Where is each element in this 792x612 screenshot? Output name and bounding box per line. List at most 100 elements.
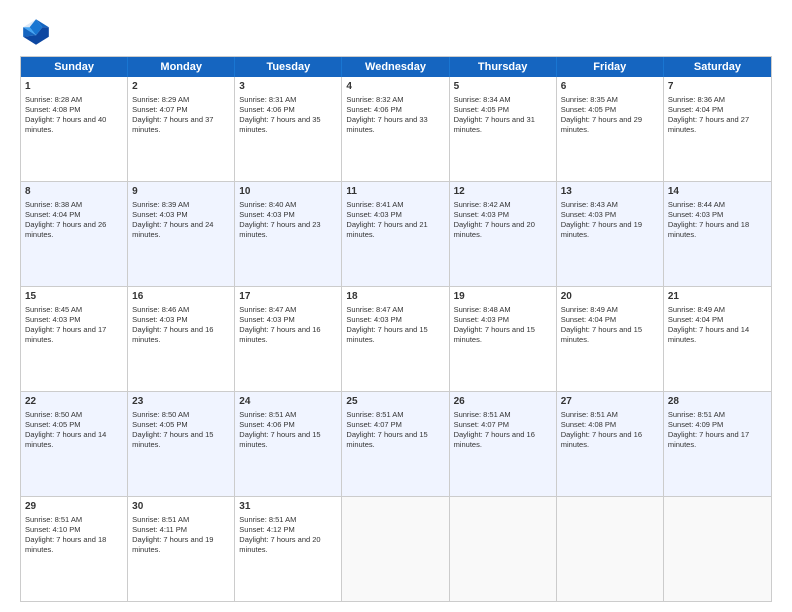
day-number: 24 <box>239 395 337 409</box>
daylight: Daylight: 7 hours and 19 minutes. <box>561 220 642 239</box>
daylight: Daylight: 7 hours and 21 minutes. <box>346 220 427 239</box>
day-cell-8: 8Sunrise: 8:38 AMSunset: 4:04 PMDaylight… <box>21 182 128 286</box>
day-cell-4: 4Sunrise: 8:32 AMSunset: 4:06 PMDaylight… <box>342 77 449 181</box>
sunset: Sunset: 4:05 PM <box>132 420 187 429</box>
daylight: Daylight: 7 hours and 27 minutes. <box>668 115 749 134</box>
sunrise: Sunrise: 8:48 AM <box>454 305 511 314</box>
day-number: 5 <box>454 80 552 94</box>
sunset: Sunset: 4:04 PM <box>668 315 723 324</box>
day-cell-19: 19Sunrise: 8:48 AMSunset: 4:03 PMDayligh… <box>450 287 557 391</box>
header-day-sunday: Sunday <box>21 57 128 77</box>
day-cell-25: 25Sunrise: 8:51 AMSunset: 4:07 PMDayligh… <box>342 392 449 496</box>
sunrise: Sunrise: 8:28 AM <box>25 95 82 104</box>
daylight: Daylight: 7 hours and 33 minutes. <box>346 115 427 134</box>
header <box>20 16 772 48</box>
sunrise: Sunrise: 8:50 AM <box>132 410 189 419</box>
day-number: 9 <box>132 185 230 199</box>
day-cell-28: 28Sunrise: 8:51 AMSunset: 4:09 PMDayligh… <box>664 392 771 496</box>
header-day-wednesday: Wednesday <box>342 57 449 77</box>
daylight: Daylight: 7 hours and 16 minutes. <box>561 430 642 449</box>
day-cell-15: 15Sunrise: 8:45 AMSunset: 4:03 PMDayligh… <box>21 287 128 391</box>
sunset: Sunset: 4:03 PM <box>132 315 187 324</box>
day-cell-1: 1Sunrise: 8:28 AMSunset: 4:08 PMDaylight… <box>21 77 128 181</box>
sunset: Sunset: 4:03 PM <box>454 210 509 219</box>
daylight: Daylight: 7 hours and 40 minutes. <box>25 115 106 134</box>
day-cell-24: 24Sunrise: 8:51 AMSunset: 4:06 PMDayligh… <box>235 392 342 496</box>
daylight: Daylight: 7 hours and 23 minutes. <box>239 220 320 239</box>
day-number: 29 <box>25 500 123 514</box>
calendar-week-3: 15Sunrise: 8:45 AMSunset: 4:03 PMDayligh… <box>21 287 771 392</box>
sunset: Sunset: 4:04 PM <box>25 210 80 219</box>
sunrise: Sunrise: 8:32 AM <box>346 95 403 104</box>
day-number: 20 <box>561 290 659 304</box>
day-cell-2: 2Sunrise: 8:29 AMSunset: 4:07 PMDaylight… <box>128 77 235 181</box>
day-cell-12: 12Sunrise: 8:42 AMSunset: 4:03 PMDayligh… <box>450 182 557 286</box>
day-number: 7 <box>668 80 767 94</box>
daylight: Daylight: 7 hours and 15 minutes. <box>346 430 427 449</box>
sunrise: Sunrise: 8:38 AM <box>25 200 82 209</box>
sunset: Sunset: 4:05 PM <box>454 105 509 114</box>
day-number: 17 <box>239 290 337 304</box>
header-day-tuesday: Tuesday <box>235 57 342 77</box>
day-number: 22 <box>25 395 123 409</box>
daylight: Daylight: 7 hours and 15 minutes. <box>132 430 213 449</box>
daylight: Daylight: 7 hours and 20 minutes. <box>239 535 320 554</box>
empty-cell <box>557 497 664 601</box>
day-cell-6: 6Sunrise: 8:35 AMSunset: 4:05 PMDaylight… <box>557 77 664 181</box>
day-number: 13 <box>561 185 659 199</box>
day-number: 19 <box>454 290 552 304</box>
header-day-thursday: Thursday <box>450 57 557 77</box>
sunrise: Sunrise: 8:31 AM <box>239 95 296 104</box>
day-number: 2 <box>132 80 230 94</box>
daylight: Daylight: 7 hours and 15 minutes. <box>561 325 642 344</box>
sunset: Sunset: 4:03 PM <box>132 210 187 219</box>
sunset: Sunset: 4:03 PM <box>561 210 616 219</box>
sunrise: Sunrise: 8:34 AM <box>454 95 511 104</box>
sunrise: Sunrise: 8:51 AM <box>239 515 296 524</box>
calendar-body: 1Sunrise: 8:28 AMSunset: 4:08 PMDaylight… <box>21 77 771 601</box>
daylight: Daylight: 7 hours and 24 minutes. <box>132 220 213 239</box>
day-number: 31 <box>239 500 337 514</box>
page: SundayMondayTuesdayWednesdayThursdayFrid… <box>0 0 792 612</box>
daylight: Daylight: 7 hours and 14 minutes. <box>668 325 749 344</box>
sunset: Sunset: 4:03 PM <box>239 210 294 219</box>
sunrise: Sunrise: 8:43 AM <box>561 200 618 209</box>
sunset: Sunset: 4:04 PM <box>668 105 723 114</box>
sunrise: Sunrise: 8:46 AM <box>132 305 189 314</box>
logo-icon <box>20 16 52 48</box>
calendar-header: SundayMondayTuesdayWednesdayThursdayFrid… <box>21 57 771 77</box>
sunrise: Sunrise: 8:51 AM <box>561 410 618 419</box>
day-cell-7: 7Sunrise: 8:36 AMSunset: 4:04 PMDaylight… <box>664 77 771 181</box>
sunrise: Sunrise: 8:36 AM <box>668 95 725 104</box>
day-cell-20: 20Sunrise: 8:49 AMSunset: 4:04 PMDayligh… <box>557 287 664 391</box>
calendar: SundayMondayTuesdayWednesdayThursdayFrid… <box>20 56 772 602</box>
daylight: Daylight: 7 hours and 17 minutes. <box>25 325 106 344</box>
day-cell-26: 26Sunrise: 8:51 AMSunset: 4:07 PMDayligh… <box>450 392 557 496</box>
sunset: Sunset: 4:07 PM <box>454 420 509 429</box>
sunset: Sunset: 4:10 PM <box>25 525 80 534</box>
calendar-week-4: 22Sunrise: 8:50 AMSunset: 4:05 PMDayligh… <box>21 392 771 497</box>
sunrise: Sunrise: 8:51 AM <box>346 410 403 419</box>
daylight: Daylight: 7 hours and 35 minutes. <box>239 115 320 134</box>
sunset: Sunset: 4:03 PM <box>346 315 401 324</box>
daylight: Daylight: 7 hours and 26 minutes. <box>25 220 106 239</box>
day-cell-21: 21Sunrise: 8:49 AMSunset: 4:04 PMDayligh… <box>664 287 771 391</box>
sunrise: Sunrise: 8:47 AM <box>239 305 296 314</box>
sunrise: Sunrise: 8:49 AM <box>561 305 618 314</box>
day-number: 25 <box>346 395 444 409</box>
day-number: 18 <box>346 290 444 304</box>
sunset: Sunset: 4:06 PM <box>346 105 401 114</box>
day-cell-9: 9Sunrise: 8:39 AMSunset: 4:03 PMDaylight… <box>128 182 235 286</box>
day-number: 23 <box>132 395 230 409</box>
sunrise: Sunrise: 8:51 AM <box>668 410 725 419</box>
daylight: Daylight: 7 hours and 15 minutes. <box>239 430 320 449</box>
daylight: Daylight: 7 hours and 20 minutes. <box>454 220 535 239</box>
day-cell-22: 22Sunrise: 8:50 AMSunset: 4:05 PMDayligh… <box>21 392 128 496</box>
sunset: Sunset: 4:08 PM <box>25 105 80 114</box>
daylight: Daylight: 7 hours and 18 minutes. <box>668 220 749 239</box>
header-day-friday: Friday <box>557 57 664 77</box>
day-cell-3: 3Sunrise: 8:31 AMSunset: 4:06 PMDaylight… <box>235 77 342 181</box>
day-cell-30: 30Sunrise: 8:51 AMSunset: 4:11 PMDayligh… <box>128 497 235 601</box>
sunrise: Sunrise: 8:50 AM <box>25 410 82 419</box>
sunset: Sunset: 4:08 PM <box>561 420 616 429</box>
